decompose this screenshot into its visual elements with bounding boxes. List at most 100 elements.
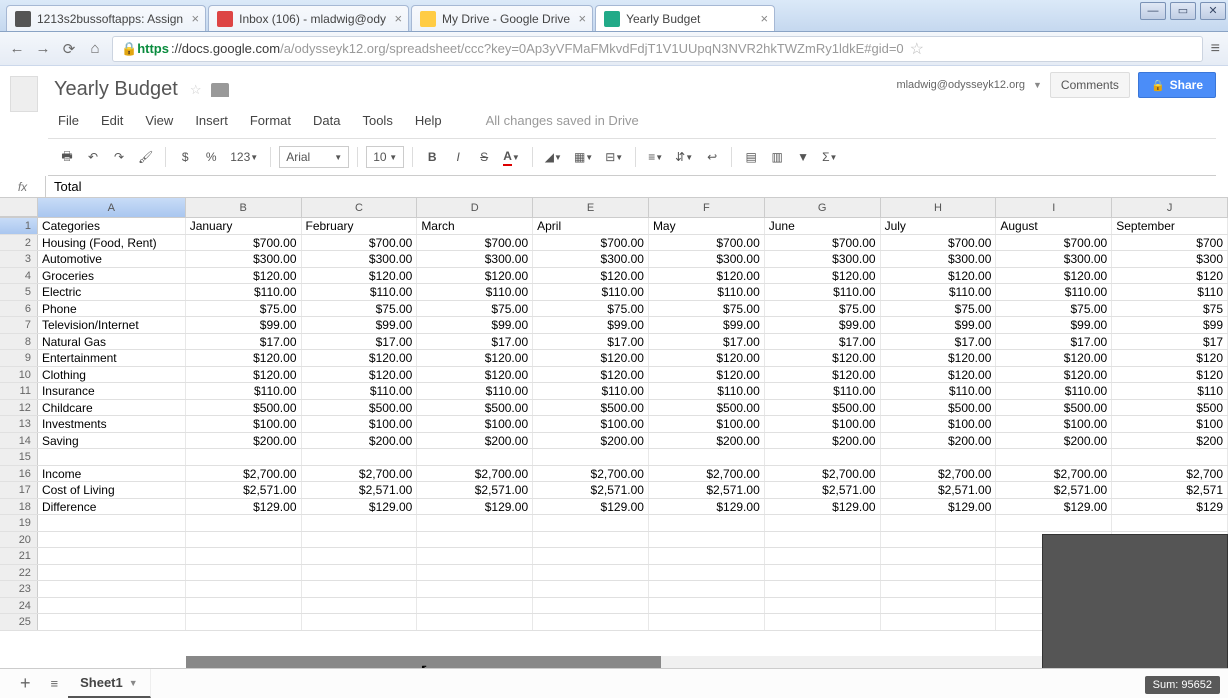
cell[interactable]: $500.00 xyxy=(186,400,302,416)
cell[interactable]: $110.00 xyxy=(417,383,533,399)
cell[interactable] xyxy=(765,565,881,581)
cell[interactable]: $120 xyxy=(1112,367,1228,383)
share-button[interactable]: 🔒Share xyxy=(1138,72,1216,98)
cell[interactable]: $700.00 xyxy=(533,235,649,251)
cell[interactable]: $200.00 xyxy=(765,433,881,449)
cell[interactable]: Clothing xyxy=(38,367,186,383)
cell[interactable]: $110.00 xyxy=(186,284,302,300)
cell[interactable]: May xyxy=(649,218,765,234)
row-header[interactable]: 19 xyxy=(0,515,38,531)
cell[interactable] xyxy=(302,515,418,531)
cell[interactable]: August xyxy=(996,218,1112,234)
cell[interactable]: $2,571.00 xyxy=(649,482,765,498)
cell[interactable] xyxy=(417,565,533,581)
text-wrap-button[interactable]: ↩ xyxy=(701,146,723,168)
cell[interactable]: Insurance xyxy=(38,383,186,399)
sheet-tab[interactable]: Sheet1▼ xyxy=(68,669,151,698)
cell[interactable] xyxy=(38,548,186,564)
cell[interactable]: $120 xyxy=(1112,268,1228,284)
paint-format-button[interactable]: 🖌 xyxy=(134,146,157,168)
cell[interactable]: $17 xyxy=(1112,334,1228,350)
cell[interactable]: $120.00 xyxy=(649,350,765,366)
print-button[interactable]: 🖶 xyxy=(56,146,78,168)
cell[interactable]: $120.00 xyxy=(996,268,1112,284)
cell[interactable]: $700.00 xyxy=(765,235,881,251)
cell[interactable] xyxy=(881,614,997,630)
cell[interactable]: $100.00 xyxy=(996,416,1112,432)
menu-edit[interactable]: Edit xyxy=(93,109,131,132)
row-header[interactable]: 14 xyxy=(0,433,38,449)
row-header[interactable]: 8 xyxy=(0,334,38,350)
cell[interactable]: $99.00 xyxy=(765,317,881,333)
cell[interactable]: $120.00 xyxy=(417,268,533,284)
cell[interactable]: $110.00 xyxy=(649,383,765,399)
cell[interactable]: $129.00 xyxy=(186,499,302,515)
cell[interactable] xyxy=(417,581,533,597)
add-sheet-button[interactable]: + xyxy=(10,673,41,694)
font-size-select[interactable]: 10▼ xyxy=(366,146,404,168)
column-header[interactable]: C xyxy=(302,198,418,217)
cell[interactable]: Groceries xyxy=(38,268,186,284)
cell[interactable]: $120.00 xyxy=(302,350,418,366)
cell[interactable] xyxy=(996,449,1112,465)
cell[interactable]: $75.00 xyxy=(417,301,533,317)
cell[interactable] xyxy=(38,449,186,465)
undo-button[interactable]: ↶ xyxy=(82,146,104,168)
sum-display[interactable]: Sum: 95652 xyxy=(1145,676,1220,694)
cell[interactable]: $17.00 xyxy=(302,334,418,350)
cell[interactable]: $500.00 xyxy=(417,400,533,416)
cell[interactable]: $300.00 xyxy=(302,251,418,267)
cell[interactable]: January xyxy=(186,218,302,234)
cell[interactable]: Entertainment xyxy=(38,350,186,366)
cell[interactable] xyxy=(186,449,302,465)
cell[interactable]: $2,700 xyxy=(1112,466,1228,482)
row-header[interactable]: 15 xyxy=(0,449,38,465)
cell[interactable]: $200.00 xyxy=(302,433,418,449)
cell[interactable]: $120.00 xyxy=(765,367,881,383)
user-email[interactable]: mladwig@odysseyk12.org xyxy=(896,79,1025,91)
browser-tab[interactable]: Inbox (106) - mladwig@ody× xyxy=(208,5,409,31)
cell[interactable] xyxy=(38,581,186,597)
cell[interactable]: $129.00 xyxy=(996,499,1112,515)
row-header[interactable]: 25 xyxy=(0,614,38,630)
cell[interactable] xyxy=(765,532,881,548)
cell[interactable]: $2,571.00 xyxy=(186,482,302,498)
cell[interactable] xyxy=(649,548,765,564)
cell[interactable]: $100.00 xyxy=(186,416,302,432)
cell[interactable]: $17.00 xyxy=(996,334,1112,350)
cell[interactable]: $2,700.00 xyxy=(302,466,418,482)
cell[interactable]: $500.00 xyxy=(881,400,997,416)
cell[interactable]: $2,571.00 xyxy=(881,482,997,498)
cell[interactable] xyxy=(881,532,997,548)
cell[interactable]: $120.00 xyxy=(996,350,1112,366)
back-button[interactable]: ← xyxy=(8,40,26,58)
cell[interactable] xyxy=(649,532,765,548)
cell[interactable]: $100.00 xyxy=(417,416,533,432)
cell[interactable]: $110 xyxy=(1112,284,1228,300)
cell[interactable]: $100.00 xyxy=(533,416,649,432)
cell[interactable]: Income xyxy=(38,466,186,482)
cell[interactable]: $75.00 xyxy=(302,301,418,317)
cell[interactable]: $75.00 xyxy=(881,301,997,317)
cell[interactable]: $2,571.00 xyxy=(417,482,533,498)
cell[interactable] xyxy=(302,532,418,548)
cell[interactable] xyxy=(649,449,765,465)
cell[interactable] xyxy=(417,532,533,548)
window-minimize-button[interactable]: — xyxy=(1140,2,1166,20)
cell[interactable]: April xyxy=(533,218,649,234)
row-header[interactable]: 10 xyxy=(0,367,38,383)
row-header[interactable]: 3 xyxy=(0,251,38,267)
cell[interactable]: $110.00 xyxy=(533,383,649,399)
cell[interactable]: $100.00 xyxy=(765,416,881,432)
cell[interactable] xyxy=(38,598,186,614)
cell[interactable]: $75.00 xyxy=(533,301,649,317)
close-icon[interactable]: × xyxy=(578,11,586,26)
cell[interactable]: $129.00 xyxy=(649,499,765,515)
cell[interactable]: $500.00 xyxy=(649,400,765,416)
row-header[interactable]: 23 xyxy=(0,581,38,597)
cell[interactable]: $2,571.00 xyxy=(765,482,881,498)
row-header[interactable]: 24 xyxy=(0,598,38,614)
cell[interactable]: $300.00 xyxy=(649,251,765,267)
cell[interactable]: $300.00 xyxy=(881,251,997,267)
cell[interactable]: $200.00 xyxy=(649,433,765,449)
